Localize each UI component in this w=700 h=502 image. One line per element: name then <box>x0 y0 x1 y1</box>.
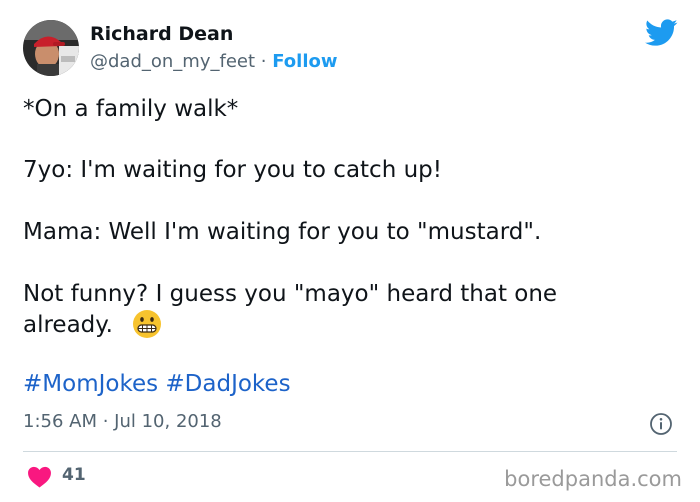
handle-separator: · <box>255 51 273 72</box>
tweet-line-4: Not funny? I guess you "mayo" heard that… <box>23 281 558 307</box>
tweet-card: Richard Dean @dad_on_my_feet · Follow *O… <box>0 0 700 502</box>
tweet-line-3: Mama: Well I'm waiting for you to "musta… <box>23 219 542 245</box>
author-handle[interactable]: @dad_on_my_feet <box>90 51 255 72</box>
tweet-line-5-row: already. <box>23 309 162 341</box>
hashtag-dadjokes[interactable]: #DadJokes <box>165 371 290 397</box>
heart-icon[interactable] <box>27 465 52 488</box>
tweet-line-5: already. <box>23 312 113 338</box>
tweet-line-1: *On a family walk* <box>23 96 239 122</box>
follow-button[interactable]: Follow <box>272 51 337 72</box>
tweet-line-2: 7yo: I'm waiting for you to catch up! <box>23 157 442 183</box>
hashtag-momjokes[interactable]: #MomJokes <box>23 371 158 397</box>
info-icon[interactable] <box>649 412 673 436</box>
divider <box>23 451 677 452</box>
hashtags: #MomJokes #DadJokes <box>23 369 291 400</box>
grimacing-face-emoji <box>133 309 162 338</box>
avatar-image <box>23 20 79 76</box>
tweet-timestamp[interactable]: 1:56 AM · Jul 10, 2018 <box>23 410 222 434</box>
twitter-bird-icon[interactable] <box>645 18 678 48</box>
author-handle-row: @dad_on_my_feet · Follow <box>90 50 338 74</box>
avatar[interactable] <box>23 20 79 76</box>
author-name[interactable]: Richard Dean <box>90 22 233 46</box>
like-count: 41 <box>62 465 86 485</box>
watermark: boredpanda.com <box>504 467 682 491</box>
